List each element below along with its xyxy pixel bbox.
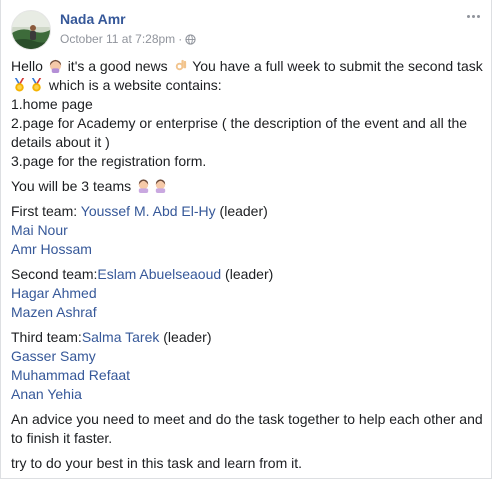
team-leader-link[interactable]: Salma Tarek [82,329,160,345]
closing-paragraph: try to do your best in this task and lea… [11,455,303,471]
team-block: First team: Youssef M. Abd El-Hy (leader… [11,203,268,257]
avatar-photo-icon [12,11,50,49]
team-member-link[interactable]: Anan Yehia [11,386,82,402]
team-member-link[interactable]: Hagar Ahmed [11,285,97,301]
medal-emoji-icon [29,77,44,92]
author-avatar[interactable] [11,10,51,50]
post-meta: October 11 at 7:28pm · [60,32,196,46]
author-name[interactable]: Nada Amr [60,11,126,27]
list-item: 2.page for Academy or enterprise ( the d… [11,115,468,150]
globe-icon[interactable] [185,33,196,45]
team-block: Second team:Eslam Abuelseaoud (leader) H… [11,266,274,320]
team-member-link[interactable]: Mai Nour [11,222,68,238]
advice-paragraph: An advice you need to meet and do the ta… [11,411,483,446]
team-member-link[interactable]: Gasser Samy [11,348,96,364]
medal-emoji-icon [12,77,27,92]
teams-intro: You will be 3 teams [11,177,487,196]
facebook-post: Nada Amr October 11 at 7:28pm · Hello it… [0,0,492,479]
woman-shrugging-emoji-icon [48,58,63,73]
team-member-link[interactable]: Muhammad Refaat [11,367,130,383]
team-leader-link[interactable]: Eslam Abuelseaoud [97,266,221,282]
post-body: Hello it's a good news You have a full w… [11,57,487,479]
team-block: Third team:Salma Tarek (leader) Gasser S… [11,329,212,402]
list-item: 3.page for the registration form. [11,153,207,169]
list-item: 1.home page [11,96,93,112]
team-member-link[interactable]: Mazen Ashraf [11,304,97,320]
post-timestamp[interactable]: October 11 at 7:28pm [60,32,175,46]
more-options-icon[interactable] [463,8,483,24]
team-member-link[interactable]: Amr Hossam [11,241,92,257]
intro-paragraph: Hello it's a good news You have a full w… [11,58,483,169]
ok-hand-emoji-icon [173,58,188,73]
woman-tipping-hand-emoji-icon [136,178,151,193]
woman-tipping-hand-emoji-icon [153,178,168,193]
post-header: Nada Amr October 11 at 7:28pm · [1,0,491,54]
team-leader-link[interactable]: Youssef M. Abd El-Hy [81,203,216,219]
